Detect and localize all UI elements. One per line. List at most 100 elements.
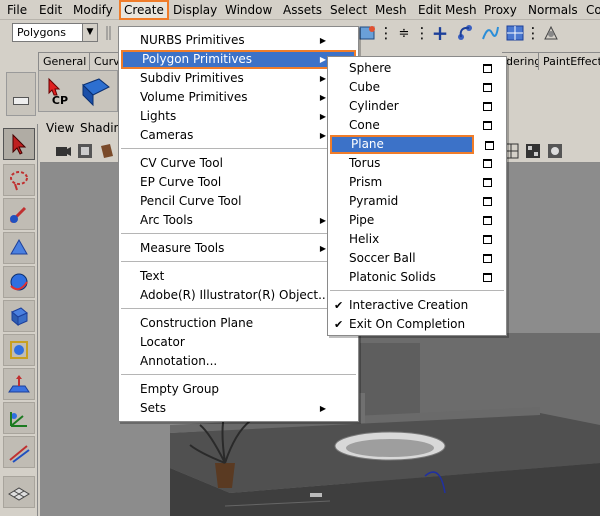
select-tool-icon[interactable] [3, 128, 35, 160]
universal-manipulator-icon[interactable] [3, 334, 35, 366]
shelf-tab-curves[interactable]: Curve [89, 52, 119, 70]
layout-icon[interactable] [3, 476, 35, 508]
menu-file[interactable]: File [4, 2, 30, 18]
shelf-menu-icon[interactable] [13, 97, 29, 105]
shelf-icons: CP [38, 70, 118, 112]
menu-item-cv-curve-tool[interactable]: CV Curve Tool [121, 154, 356, 173]
grid-icon[interactable] [504, 22, 526, 44]
menu-edit[interactable]: Edit [36, 2, 65, 18]
menu-display[interactable]: Display [170, 2, 220, 18]
shelf-tab-painteffects[interactable]: PaintEffects [538, 52, 600, 70]
menu-assets[interactable]: Assets [280, 2, 325, 18]
soft-modification-icon[interactable] [3, 368, 35, 400]
sort-icon[interactable]: ≑ [393, 22, 415, 44]
move-tool-icon[interactable] [3, 232, 35, 264]
lasso-tool-icon[interactable] [3, 164, 35, 196]
menu-window[interactable]: Window [222, 2, 275, 18]
option-box-icon[interactable] [483, 64, 492, 73]
menu-item-pyramid[interactable]: Pyramid [330, 192, 504, 211]
menu-item-pencil-curve-tool[interactable]: Pencil Curve Tool [121, 192, 356, 211]
option-box-icon[interactable] [483, 235, 492, 244]
menu-item-locator[interactable]: Locator [121, 333, 356, 352]
menu-set-value: Polygons [17, 26, 66, 39]
film-icon[interactable] [76, 142, 94, 163]
menu-item-empty-group[interactable]: Empty Group [121, 380, 356, 399]
menu-item-label: Cube [349, 80, 380, 94]
menu-item-soccer-ball[interactable]: Soccer Ball [330, 249, 504, 268]
menu-item-text[interactable]: Text [121, 267, 356, 286]
option-box-icon[interactable] [485, 141, 494, 150]
menu-item-cylinder[interactable]: Cylinder [330, 97, 504, 116]
option-box-icon[interactable] [483, 216, 492, 225]
collapse-handle[interactable] [104, 24, 114, 42]
menu-item-cube[interactable]: Cube [330, 78, 504, 97]
menu-proxy[interactable]: Proxy [481, 2, 520, 18]
menu-item-cameras[interactable]: Cameras ▶ [121, 126, 356, 145]
menu-modify[interactable]: Modify [70, 2, 116, 18]
menu-item-platonic-solids[interactable]: Platonic Solids [330, 268, 504, 287]
option-box-icon[interactable] [483, 121, 492, 130]
submenu-arrow-icon: ▶ [319, 55, 326, 64]
menu-item-arc-tools[interactable]: Arc Tools ▶ [121, 211, 356, 230]
option-box-icon[interactable] [483, 254, 492, 263]
menu-item-helix[interactable]: Helix [330, 230, 504, 249]
option-box-icon[interactable] [483, 102, 492, 111]
menu-item-illustrator-object[interactable]: Adobe(R) Illustrator(R) Object... [121, 286, 356, 305]
scale-tool-icon[interactable] [3, 300, 35, 332]
panel-menu-shading[interactable]: Shadin [80, 121, 121, 135]
menu-item-volume-primitives[interactable]: Volume Primitives ▶ [121, 88, 356, 107]
menu-select[interactable]: Select [327, 2, 370, 18]
sculpt-icon[interactable] [540, 22, 562, 44]
menu-item-interactive-creation[interactable]: ✔ Interactive Creation [330, 296, 504, 315]
menu-item-label: Pencil Curve Tool [140, 194, 242, 208]
menu-item-polygon-primitives[interactable]: Polygon Primitives ▶ [121, 50, 356, 69]
camera-icon[interactable] [54, 142, 72, 163]
menu-item-ep-curve-tool[interactable]: EP Curve Tool [121, 173, 356, 192]
chevron-down-icon[interactable]: ▼ [82, 24, 97, 41]
connect-icon[interactable] [454, 22, 476, 44]
shelf-tab-general[interactable]: General [38, 52, 92, 70]
paint-select-icon[interactable] [3, 198, 35, 230]
show-manipulator-icon[interactable] [3, 402, 35, 434]
curve-icon[interactable] [479, 22, 501, 44]
menu-item-plane[interactable]: Plane [330, 135, 474, 154]
rotate-tool-icon[interactable] [3, 266, 35, 298]
menu-item-annotation[interactable]: Annotation... [121, 352, 356, 371]
surface-shelf-icon[interactable] [79, 75, 113, 109]
menu-item-label: Cameras [140, 128, 194, 142]
menu-create[interactable]: Create [119, 0, 169, 20]
menu-separator [121, 374, 356, 375]
lighting-icon[interactable] [546, 142, 564, 163]
menu-item-cone[interactable]: Cone [330, 116, 504, 135]
add-icon[interactable]: + [429, 21, 451, 45]
option-box-icon[interactable] [483, 197, 492, 206]
menu-normals[interactable]: Normals [525, 2, 581, 18]
option-box-icon[interactable] [483, 273, 492, 282]
menu-item-measure-tools[interactable]: Measure Tools ▶ [121, 239, 356, 258]
option-box-icon[interactable] [483, 83, 492, 92]
menu-mesh[interactable]: Mesh [372, 2, 410, 18]
menu-item-exit-on-completion[interactable]: ✔ Exit On Completion [330, 315, 504, 334]
texture-icon[interactable] [524, 142, 542, 163]
menu-edit-mesh[interactable]: Edit Mesh [415, 2, 480, 18]
menu-item-construction-plane[interactable]: Construction Plane [121, 314, 356, 333]
panel-menu-view[interactable]: View [46, 121, 74, 135]
menu-item-label: Pipe [349, 213, 375, 227]
menu-item-torus[interactable]: Torus [330, 154, 504, 173]
menu-set-select[interactable]: Polygons ▼ [12, 23, 98, 42]
option-box-icon[interactable] [483, 159, 492, 168]
menu-item-sphere[interactable]: Sphere [330, 59, 504, 78]
menu-item-sets[interactable]: Sets ▶ [121, 399, 356, 418]
snap-icon[interactable] [357, 22, 379, 44]
menu-item-nurbs-primitives[interactable]: NURBS Primitives ▶ [121, 31, 356, 50]
option-box-icon[interactable] [483, 178, 492, 187]
menu-item-subdiv-primitives[interactable]: Subdiv Primitives ▶ [121, 69, 356, 88]
menu-item-pipe[interactable]: Pipe [330, 211, 504, 230]
sculpt-brush-icon[interactable] [3, 436, 35, 468]
cp-shelf-icon[interactable]: CP [43, 75, 77, 109]
menu-item-prism[interactable]: Prism [330, 173, 504, 192]
menu-color[interactable]: Colo [583, 2, 600, 18]
bookmark-icon[interactable] [98, 142, 116, 163]
menu-item-label: Interactive Creation [349, 298, 469, 312]
menu-item-lights[interactable]: Lights ▶ [121, 107, 356, 126]
